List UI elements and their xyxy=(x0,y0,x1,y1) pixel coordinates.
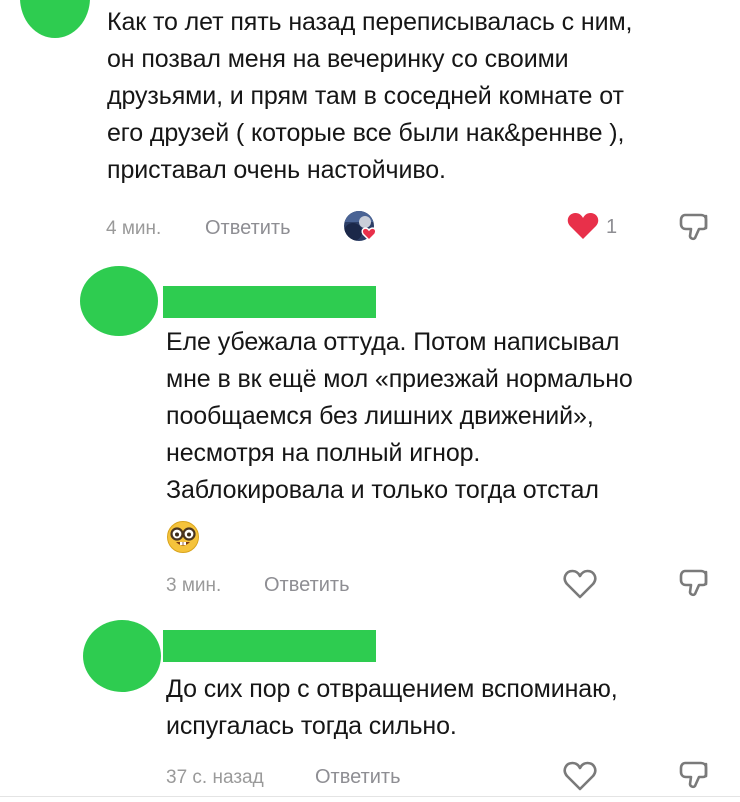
comment-1-like-count: 1 xyxy=(606,216,618,238)
comment-2-time: 3 мин. xyxy=(166,575,222,596)
comment-1-time: 4 мин. xyxy=(106,218,162,239)
comment-3-dislike-icon[interactable] xyxy=(678,758,714,794)
bottom-divider xyxy=(0,796,740,797)
comment-2-author-name[interactable] xyxy=(163,286,376,318)
comment-2-reply-button[interactable]: Ответить xyxy=(264,574,350,597)
comment-3-reply-button[interactable]: Ответить xyxy=(315,766,401,789)
comment-2-avatar[interactable] xyxy=(80,266,158,336)
nerd-face-emoji-icon xyxy=(166,520,200,554)
comment-3-like-heart-icon[interactable] xyxy=(562,760,598,792)
comment-2-dislike-icon[interactable] xyxy=(678,566,714,602)
comment-1-dislike-icon[interactable] xyxy=(678,210,714,246)
comment-3-text: До сих пор с отвращением вспоминаю, испу… xyxy=(166,675,618,740)
author-liked-avatar-icon xyxy=(343,210,383,246)
comment-1-like-heart-icon[interactable] xyxy=(566,211,600,241)
comment-1-reply-button[interactable]: Ответить xyxy=(205,217,291,240)
comment-1-avatar[interactable] xyxy=(20,0,90,38)
comment-3-author-name[interactable] xyxy=(163,630,376,662)
comment-3-time: 37 с. назад xyxy=(166,767,264,788)
comment-3-avatar[interactable] xyxy=(83,620,161,692)
comment-2-text: Еле убежала оттуда. Потом написывал мне … xyxy=(166,328,633,504)
comment-1-text: Как то лет пять назад переписывалась с н… xyxy=(107,8,633,184)
comment-2-like-heart-icon[interactable] xyxy=(562,568,598,600)
